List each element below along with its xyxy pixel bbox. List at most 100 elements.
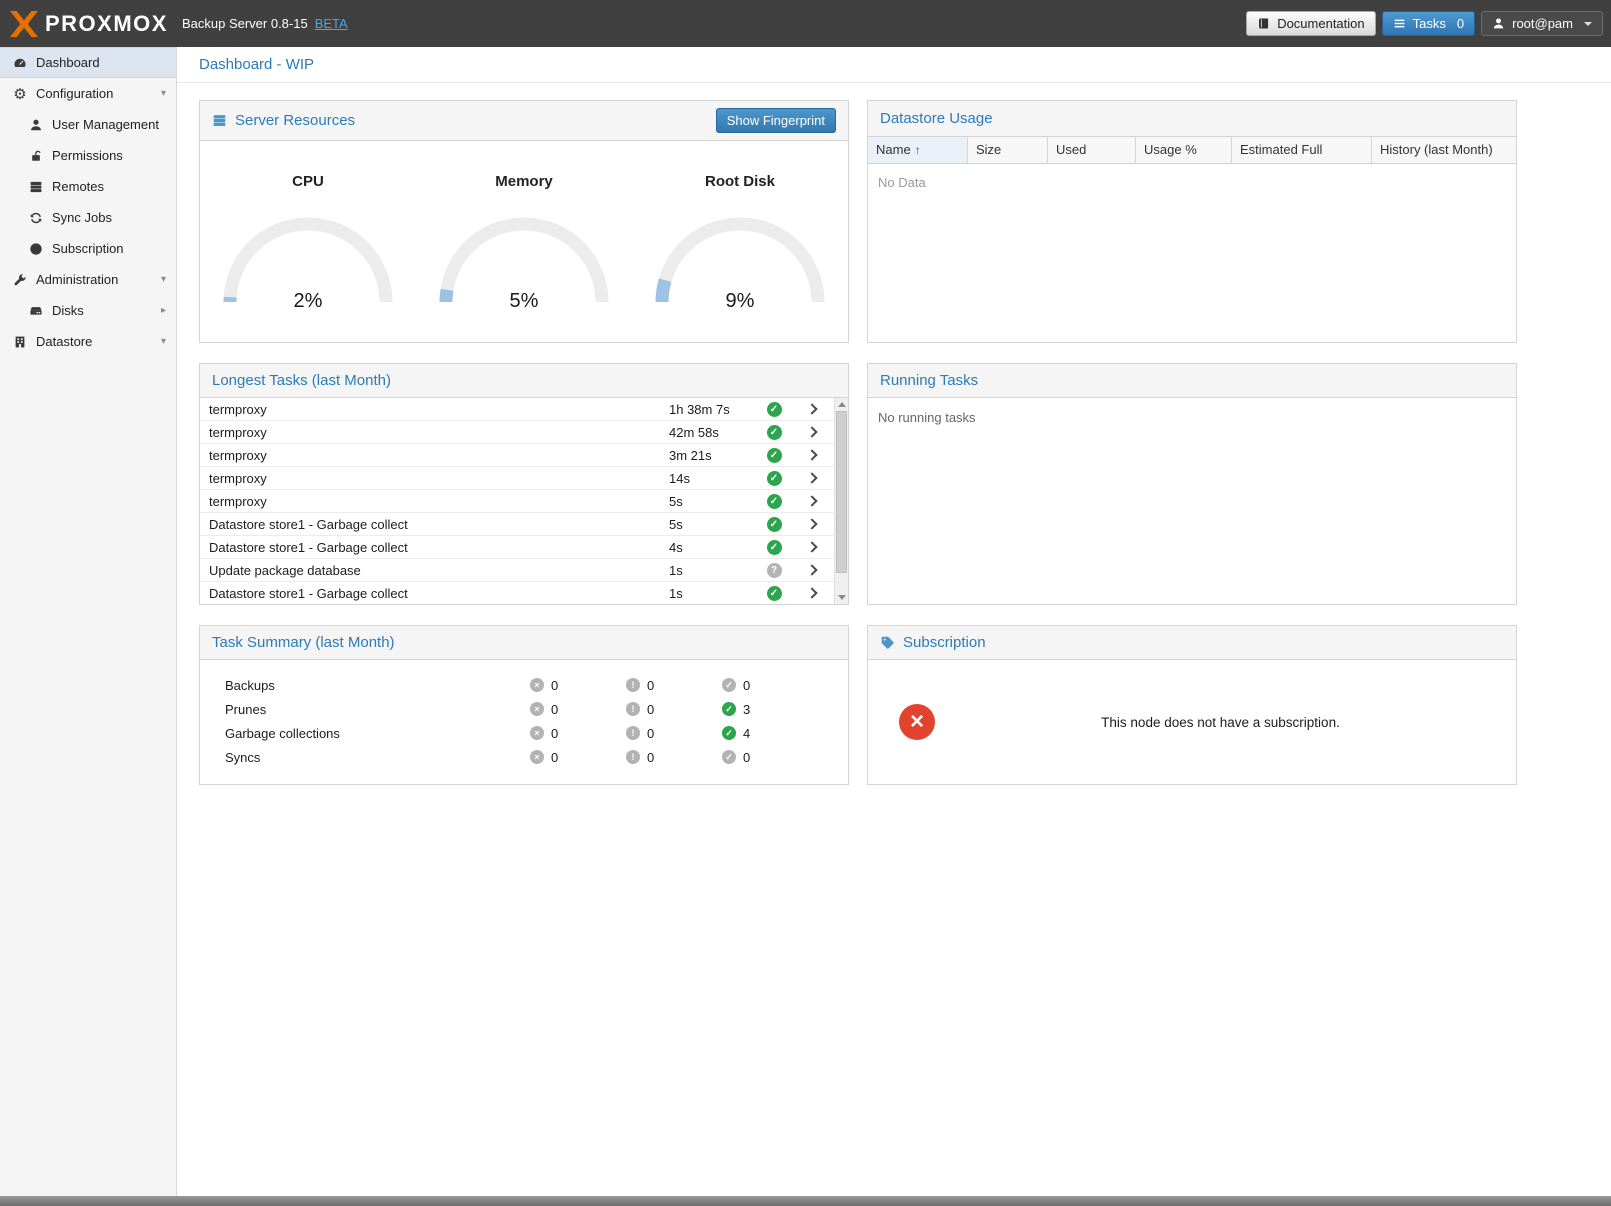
error-count: 0 bbox=[551, 678, 558, 693]
scrollbar-thumb[interactable] bbox=[836, 411, 847, 573]
sidebar-item-datastore[interactable]: Datastore ▾ bbox=[0, 326, 176, 357]
datastore-table-header: Name↑ Size Used Usage % Estimated Full H… bbox=[868, 137, 1516, 164]
user-icon bbox=[1492, 17, 1505, 30]
server-stack-icon bbox=[28, 179, 44, 195]
open-task-button[interactable] bbox=[794, 566, 830, 574]
no-subscription-icon: × bbox=[899, 704, 935, 740]
task-name: termproxy bbox=[200, 425, 660, 440]
user-menu-button[interactable]: root@pam bbox=[1481, 11, 1603, 36]
sidebar-item-subscription[interactable]: Subscription bbox=[0, 233, 176, 264]
column-header-name[interactable]: Name↑ bbox=[868, 137, 968, 164]
sidebar-item-sync-jobs[interactable]: Sync Jobs bbox=[0, 202, 176, 233]
task-row[interactable]: termproxy 3m 21s ✓ bbox=[200, 444, 834, 467]
open-task-button[interactable] bbox=[794, 405, 830, 413]
warning-count-icon: ! bbox=[626, 702, 640, 716]
sidebar-item-remotes[interactable]: Remotes bbox=[0, 171, 176, 202]
chevron-right-icon bbox=[806, 518, 817, 529]
task-name: Datastore store1 - Garbage collect bbox=[200, 540, 660, 555]
task-summary-header: Task Summary (last Month) bbox=[200, 626, 848, 660]
sidebar-item-label: Remotes bbox=[52, 179, 104, 194]
sidebar-item-configuration[interactable]: ⚙ Configuration ▾ bbox=[0, 78, 176, 109]
status-ok-icon: ✓ bbox=[767, 494, 782, 509]
task-name: Datastore store1 - Garbage collect bbox=[200, 517, 660, 532]
summary-row: Garbage collections ×0 !0 ✓4 bbox=[200, 721, 848, 745]
column-header-usage-pct[interactable]: Usage % bbox=[1136, 137, 1232, 164]
task-name: termproxy bbox=[200, 448, 660, 463]
task-row[interactable]: termproxy 42m 58s ✓ bbox=[200, 421, 834, 444]
warning-count-icon: ! bbox=[626, 726, 640, 740]
caret-down-icon[interactable]: ▾ bbox=[161, 88, 166, 99]
open-task-button[interactable] bbox=[794, 520, 830, 528]
chevron-right-icon bbox=[806, 495, 817, 506]
status-ok-icon: ✓ bbox=[767, 540, 782, 555]
ok-count-icon: ✓ bbox=[722, 702, 736, 716]
documentation-button[interactable]: Documentation bbox=[1246, 11, 1375, 36]
open-task-button[interactable] bbox=[794, 474, 830, 482]
task-row[interactable]: termproxy 1h 38m 7s ✓ bbox=[200, 398, 834, 421]
error-count: 0 bbox=[551, 750, 558, 765]
error-count: 0 bbox=[551, 702, 558, 717]
sidebar-item-administration[interactable]: Administration ▾ bbox=[0, 264, 176, 295]
page-title: Dashboard - WIP bbox=[177, 47, 1611, 83]
tag-icon bbox=[880, 635, 895, 650]
open-task-button[interactable] bbox=[794, 428, 830, 436]
error-count-icon: × bbox=[530, 750, 544, 764]
status-ok-icon: ✓ bbox=[767, 586, 782, 601]
open-task-button[interactable] bbox=[794, 451, 830, 459]
caret-down-icon[interactable]: ▾ bbox=[161, 274, 166, 285]
task-duration: 1s bbox=[660, 563, 754, 578]
task-row[interactable]: Datastore store1 - Garbage collect 1s ✓ bbox=[200, 582, 834, 604]
sidebar-item-label: Dashboard bbox=[36, 55, 100, 70]
datastore-usage-panel: Datastore Usage Name↑ Size Used Usage % … bbox=[867, 100, 1517, 343]
chevron-right-icon bbox=[806, 403, 817, 414]
status-ok-icon: ✓ bbox=[767, 402, 782, 417]
show-fingerprint-button[interactable]: Show Fingerprint bbox=[716, 108, 836, 133]
unlock-icon bbox=[28, 148, 44, 164]
task-row[interactable]: termproxy 14s ✓ bbox=[200, 467, 834, 490]
resource-gauges: CPU 2% Memory bbox=[200, 141, 848, 315]
warning-count: 0 bbox=[647, 726, 654, 741]
scroll-down-arrow[interactable] bbox=[838, 595, 846, 600]
beta-link[interactable]: BETA bbox=[315, 16, 348, 31]
summary-label: Prunes bbox=[200, 702, 530, 717]
caret-right-icon[interactable]: ▸ bbox=[161, 305, 166, 316]
open-task-button[interactable] bbox=[794, 497, 830, 505]
task-row[interactable]: termproxy 5s ✓ bbox=[200, 490, 834, 513]
task-row[interactable]: Update package database 1s ? bbox=[200, 559, 834, 582]
no-running-tasks-text: No running tasks bbox=[868, 398, 1516, 437]
warning-count: 0 bbox=[647, 678, 654, 693]
sync-icon bbox=[28, 210, 44, 226]
tasks-button[interactable]: Tasks 0 bbox=[1382, 11, 1475, 36]
error-count: 0 bbox=[551, 726, 558, 741]
sidebar-item-disks[interactable]: Disks ▸ bbox=[0, 295, 176, 326]
task-name: termproxy bbox=[200, 402, 660, 417]
scroll-up-arrow[interactable] bbox=[838, 402, 846, 407]
error-count-icon: × bbox=[530, 678, 544, 692]
horizontal-scrollbar[interactable] bbox=[0, 1196, 1611, 1206]
datastore-usage-header: Datastore Usage bbox=[868, 101, 1516, 137]
column-header-estimated-full[interactable]: Estimated Full bbox=[1232, 137, 1372, 164]
task-list-icon bbox=[1393, 17, 1406, 30]
open-task-button[interactable] bbox=[794, 543, 830, 551]
gear-icon: ⚙ bbox=[12, 86, 28, 102]
subscription-panel: Subscription × This node does not have a… bbox=[867, 625, 1517, 785]
column-header-used[interactable]: Used bbox=[1048, 137, 1136, 164]
task-row[interactable]: Datastore store1 - Garbage collect 4s ✓ bbox=[200, 536, 834, 559]
task-duration: 3m 21s bbox=[660, 448, 754, 463]
sidebar-item-dashboard[interactable]: Dashboard bbox=[0, 47, 176, 78]
summary-row: Backups ×0 !0 ✓0 bbox=[200, 673, 848, 697]
column-header-history[interactable]: History (last Month) bbox=[1372, 137, 1516, 164]
summary-row: Syncs ×0 !0 ✓0 bbox=[200, 745, 848, 769]
gauge-label: Root Disk bbox=[632, 173, 848, 190]
proxmox-x-icon bbox=[10, 11, 38, 37]
column-header-size[interactable]: Size bbox=[968, 137, 1048, 164]
open-task-button[interactable] bbox=[794, 589, 830, 597]
sidebar-item-permissions[interactable]: Permissions bbox=[0, 140, 176, 171]
chevron-right-icon bbox=[806, 426, 817, 437]
vertical-scrollbar[interactable] bbox=[834, 398, 848, 604]
chevron-right-icon bbox=[806, 564, 817, 575]
sidebar-item-user-management[interactable]: User Management bbox=[0, 109, 176, 140]
task-duration: 4s bbox=[660, 540, 754, 555]
caret-down-icon[interactable]: ▾ bbox=[161, 336, 166, 347]
task-row[interactable]: Datastore store1 - Garbage collect 5s ✓ bbox=[200, 513, 834, 536]
